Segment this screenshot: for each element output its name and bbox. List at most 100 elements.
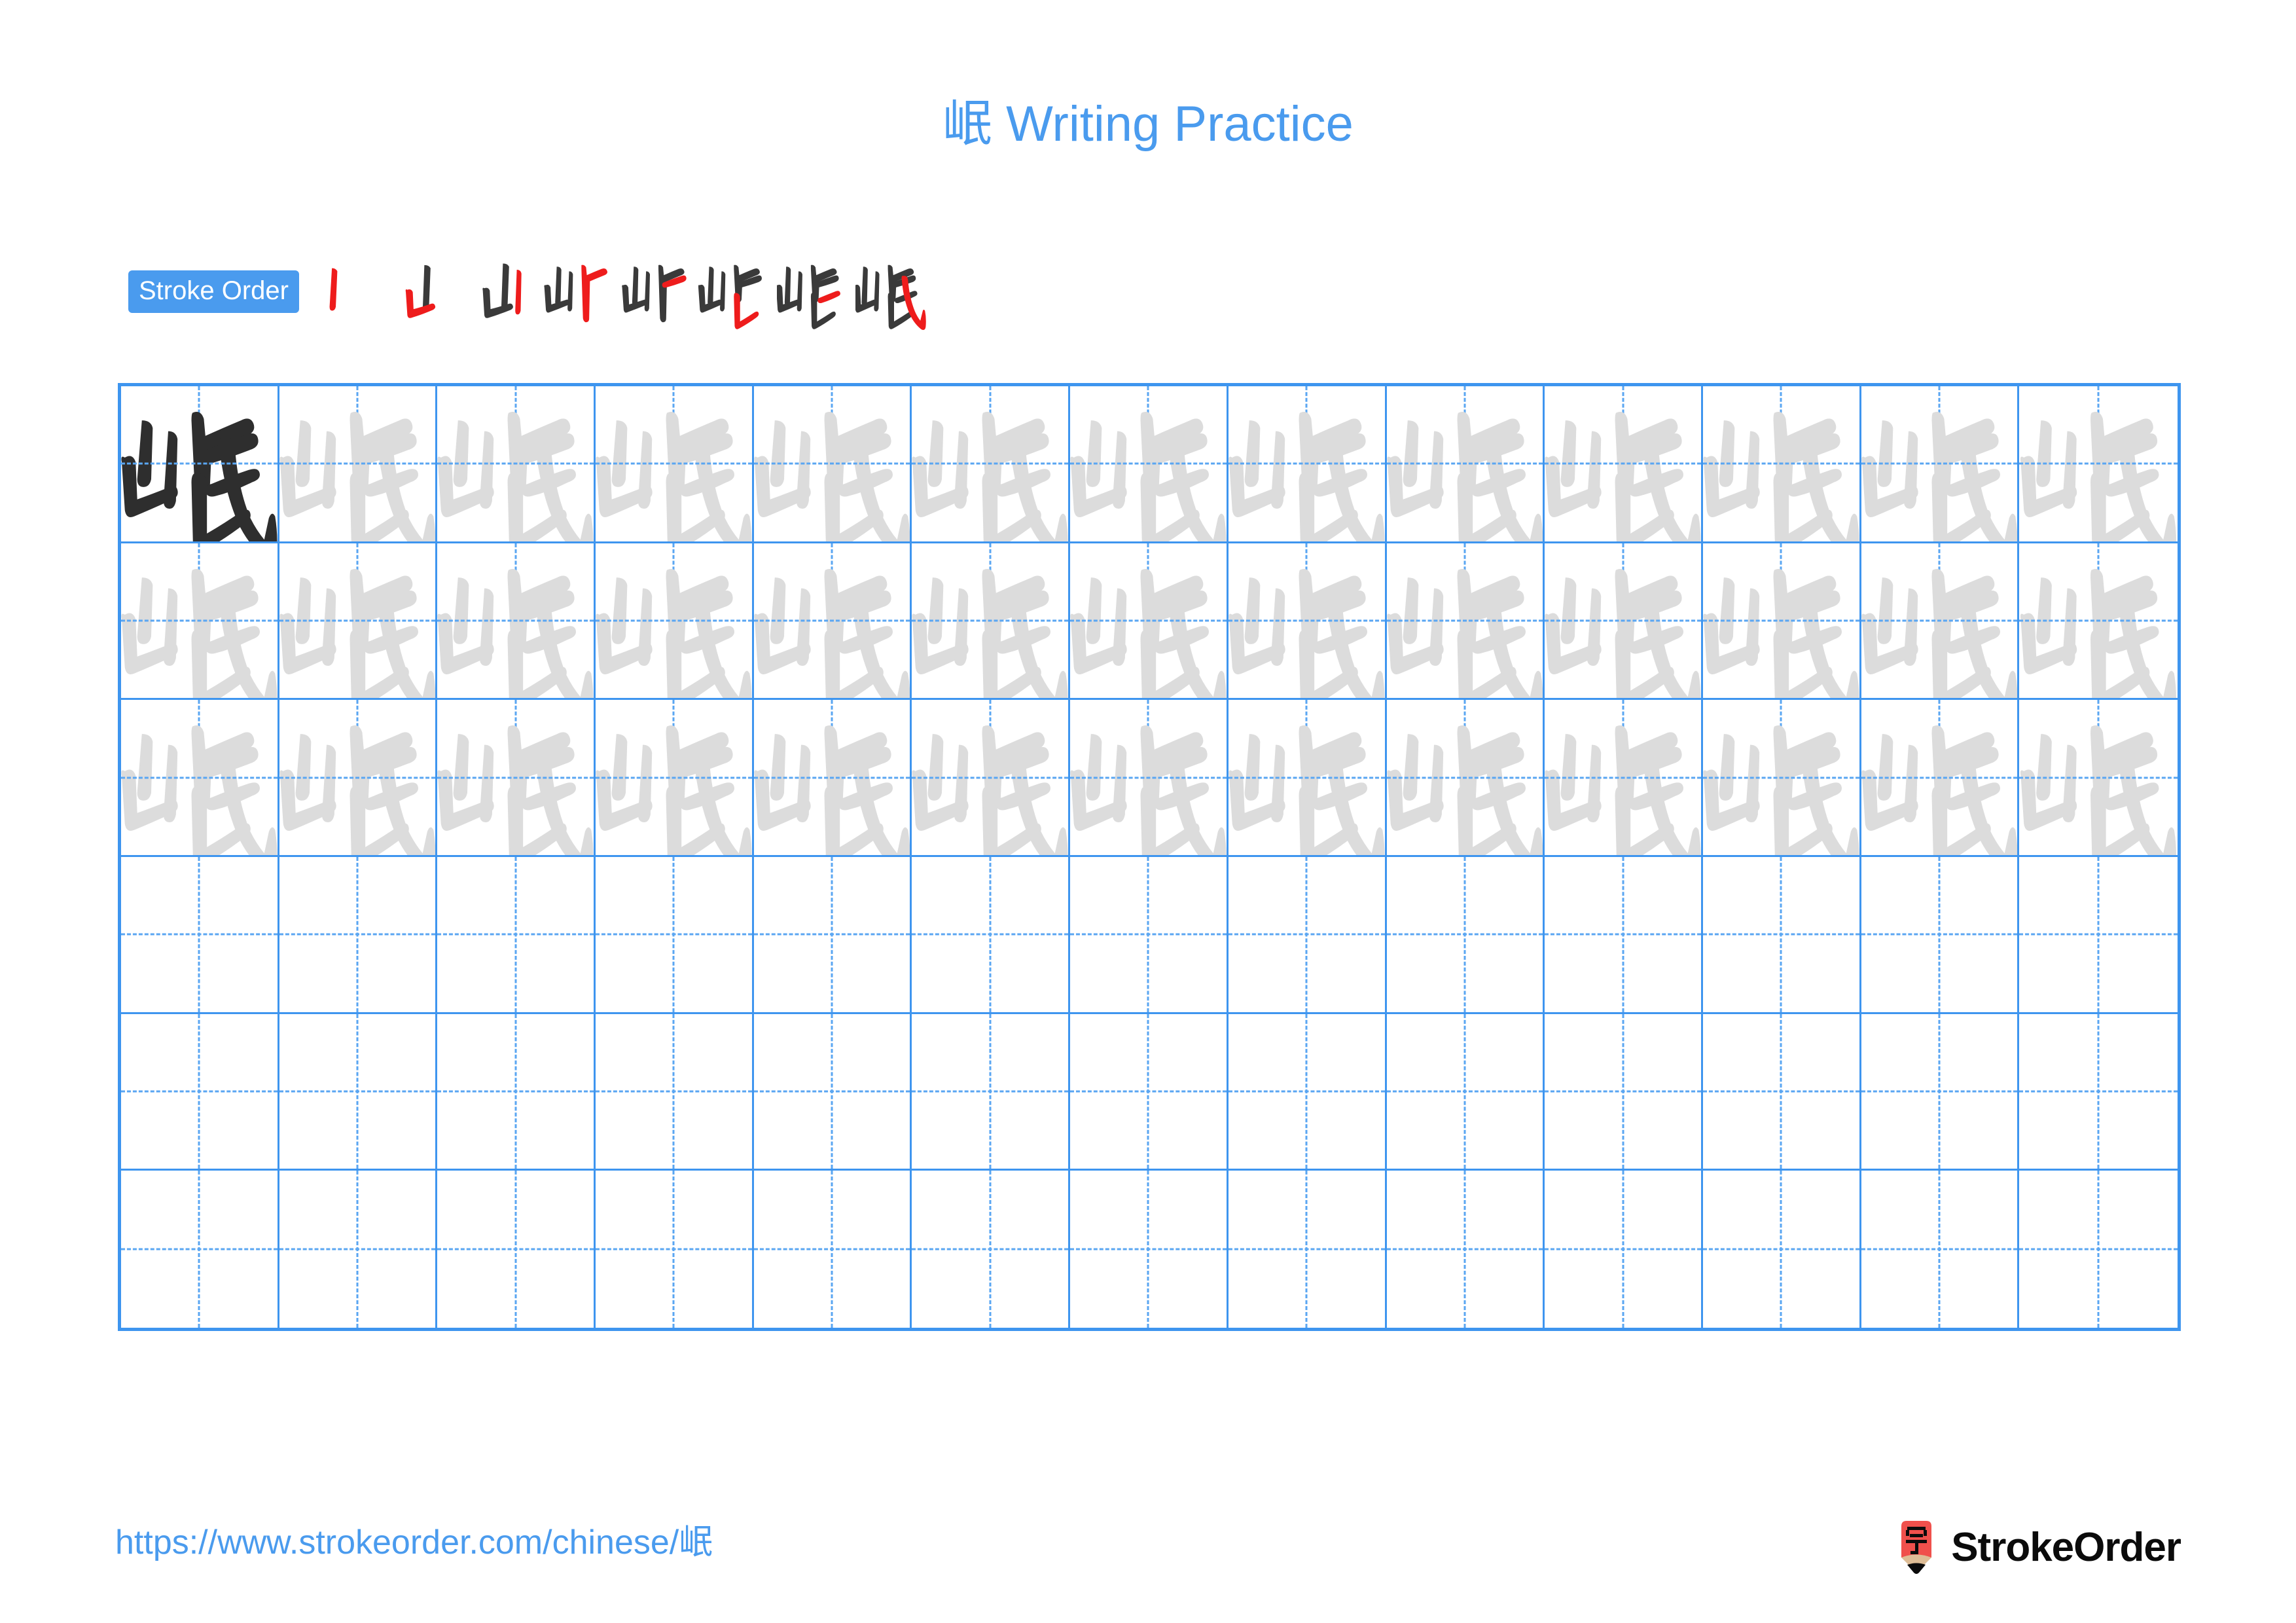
footer-url[interactable]: https://www.strokeorder.com/chinese/岷 bbox=[115, 1525, 713, 1559]
practice-cell-r2-c8[interactable] bbox=[1228, 543, 1387, 701]
practice-cell-r3-c1[interactable] bbox=[121, 700, 279, 857]
practice-cell-r1-c7[interactable] bbox=[1070, 386, 1229, 543]
practice-cell-r2-c13[interactable] bbox=[2019, 543, 2178, 701]
practice-cell-r1-c6[interactable] bbox=[912, 386, 1071, 543]
trace-character-glyph bbox=[754, 543, 910, 699]
practice-cell-r4-c12[interactable] bbox=[1861, 857, 2020, 1014]
practice-cell-r5-c3[interactable] bbox=[437, 1013, 596, 1171]
practice-cell-r6-c8[interactable] bbox=[1229, 1171, 1387, 1328]
trace-character-glyph bbox=[437, 700, 594, 855]
practice-cell-r3-c10[interactable] bbox=[1545, 700, 1703, 857]
trace-character-glyph bbox=[279, 386, 436, 541]
practice-cell-r6-c11[interactable] bbox=[1703, 1171, 1861, 1328]
stroke-step-6 bbox=[698, 253, 776, 330]
practice-cell-r2-c1[interactable] bbox=[121, 543, 279, 701]
practice-cell-r4-c3[interactable] bbox=[437, 857, 596, 1014]
practice-cell-r1-c10[interactable] bbox=[1545, 386, 1703, 543]
practice-cell-r4-c1[interactable] bbox=[121, 857, 279, 1014]
practice-cell-r1-c8[interactable] bbox=[1228, 386, 1387, 543]
practice-cell-r6-c12[interactable] bbox=[1861, 1171, 2020, 1328]
practice-cell-r5-c1[interactable] bbox=[121, 1013, 279, 1171]
practice-cell-r3-c13[interactable] bbox=[2019, 700, 2178, 857]
stroke-step-8 bbox=[855, 253, 933, 330]
trace-character-glyph bbox=[1703, 386, 1859, 541]
practice-cell-r6-c9[interactable] bbox=[1387, 1171, 1545, 1328]
trace-character-glyph bbox=[1861, 543, 2018, 699]
practice-cell-r4-c11[interactable] bbox=[1702, 857, 1861, 1014]
practice-cell-r5-c2[interactable] bbox=[279, 1013, 438, 1171]
practice-cell-r2-c10[interactable] bbox=[1545, 543, 1703, 701]
practice-cell-r1-c2[interactable] bbox=[279, 386, 438, 543]
trace-character-glyph bbox=[1229, 700, 1385, 855]
practice-cell-r1-c9[interactable] bbox=[1386, 386, 1545, 543]
practice-cell-r5-c13[interactable] bbox=[2019, 1014, 2178, 1171]
practice-cell-r5-c12[interactable] bbox=[1861, 1013, 2020, 1171]
practice-cell-r3-c2[interactable] bbox=[279, 700, 438, 857]
practice-cell-r3-c9[interactable] bbox=[1386, 700, 1545, 857]
practice-cell-r5-c9[interactable] bbox=[1386, 1013, 1545, 1171]
trace-character-glyph bbox=[1703, 543, 1859, 699]
practice-cell-r3-c5[interactable] bbox=[753, 700, 912, 857]
practice-cell-r4-c13[interactable] bbox=[2019, 857, 2178, 1014]
practice-cell-r6-c6[interactable] bbox=[912, 1171, 1071, 1328]
trace-character-glyph bbox=[1386, 386, 1543, 541]
trace-character-glyph bbox=[279, 543, 436, 699]
practice-cell-r4-c2[interactable] bbox=[279, 857, 438, 1014]
practice-cell-r1-c12[interactable] bbox=[1861, 386, 2020, 543]
trace-character-glyph bbox=[437, 386, 594, 541]
practice-cell-r6-c13[interactable] bbox=[2019, 1171, 2178, 1328]
practice-cell-r1-c5[interactable] bbox=[753, 386, 912, 543]
practice-cell-r3-c4[interactable] bbox=[596, 700, 754, 857]
practice-cell-r4-c10[interactable] bbox=[1545, 857, 1703, 1014]
trace-character-glyph bbox=[912, 543, 1068, 699]
practice-cell-r4-c7[interactable] bbox=[1070, 857, 1229, 1014]
practice-cell-r3-c3[interactable] bbox=[437, 700, 596, 857]
practice-cell-r6-c4[interactable] bbox=[596, 1171, 754, 1328]
trace-character-glyph bbox=[437, 543, 594, 699]
practice-cell-r1-c3[interactable] bbox=[437, 386, 596, 543]
practice-cell-r5-c10[interactable] bbox=[1545, 1013, 1703, 1171]
practice-cell-r4-c4[interactable] bbox=[596, 857, 754, 1014]
stroke-step-1 bbox=[306, 253, 383, 330]
stroke-step-2 bbox=[384, 253, 461, 330]
practice-cell-r6-c1[interactable] bbox=[121, 1171, 279, 1328]
practice-cell-r2-c3[interactable] bbox=[437, 543, 596, 701]
practice-cell-r1-c13[interactable] bbox=[2019, 386, 2178, 543]
practice-cell-r5-c5[interactable] bbox=[753, 1013, 912, 1171]
practice-cell-r4-c6[interactable] bbox=[912, 857, 1071, 1014]
practice-cell-r3-c7[interactable] bbox=[1070, 700, 1229, 857]
practice-cell-r2-c12[interactable] bbox=[1861, 543, 2020, 701]
practice-cell-r6-c5[interactable] bbox=[754, 1171, 912, 1328]
practice-cell-r2-c2[interactable] bbox=[279, 543, 438, 701]
brand-logo-group[interactable]: StrokeOrder bbox=[1896, 1518, 2181, 1578]
practice-cell-r6-c10[interactable] bbox=[1545, 1171, 1703, 1328]
trace-character-glyph bbox=[596, 543, 752, 699]
practice-cell-r4-c8[interactable] bbox=[1228, 857, 1387, 1014]
practice-cell-r1-c1[interactable] bbox=[121, 386, 279, 543]
practice-cell-r3-c12[interactable] bbox=[1861, 700, 2020, 857]
stroke-step-5 bbox=[620, 253, 697, 330]
practice-cell-r4-c9[interactable] bbox=[1386, 857, 1545, 1014]
practice-cell-r2-c7[interactable] bbox=[1070, 543, 1229, 701]
trace-character-glyph bbox=[1386, 543, 1543, 699]
practice-cell-r5-c8[interactable] bbox=[1228, 1013, 1387, 1171]
trace-character-glyph bbox=[1229, 386, 1385, 541]
practice-cell-r5-c4[interactable] bbox=[596, 1013, 754, 1171]
practice-cell-r1-c11[interactable] bbox=[1702, 386, 1861, 543]
practice-cell-r6-c3[interactable] bbox=[437, 1171, 596, 1328]
practice-cell-r5-c11[interactable] bbox=[1702, 1013, 1861, 1171]
practice-cell-r2-c11[interactable] bbox=[1702, 543, 1861, 701]
practice-cell-r6-c2[interactable] bbox=[279, 1171, 438, 1328]
practice-cell-r2-c5[interactable] bbox=[753, 543, 912, 701]
practice-cell-r5-c6[interactable] bbox=[912, 1013, 1071, 1171]
practice-cell-r3-c6[interactable] bbox=[912, 700, 1071, 857]
practice-cell-r2-c4[interactable] bbox=[596, 543, 754, 701]
practice-cell-r4-c5[interactable] bbox=[753, 857, 912, 1014]
practice-cell-r3-c11[interactable] bbox=[1702, 700, 1861, 857]
practice-cell-r3-c8[interactable] bbox=[1228, 700, 1387, 857]
practice-cell-r5-c7[interactable] bbox=[1070, 1013, 1229, 1171]
practice-cell-r2-c6[interactable] bbox=[912, 543, 1071, 701]
practice-cell-r1-c4[interactable] bbox=[596, 386, 754, 543]
practice-cell-r6-c7[interactable] bbox=[1070, 1171, 1229, 1328]
practice-cell-r2-c9[interactable] bbox=[1386, 543, 1545, 701]
